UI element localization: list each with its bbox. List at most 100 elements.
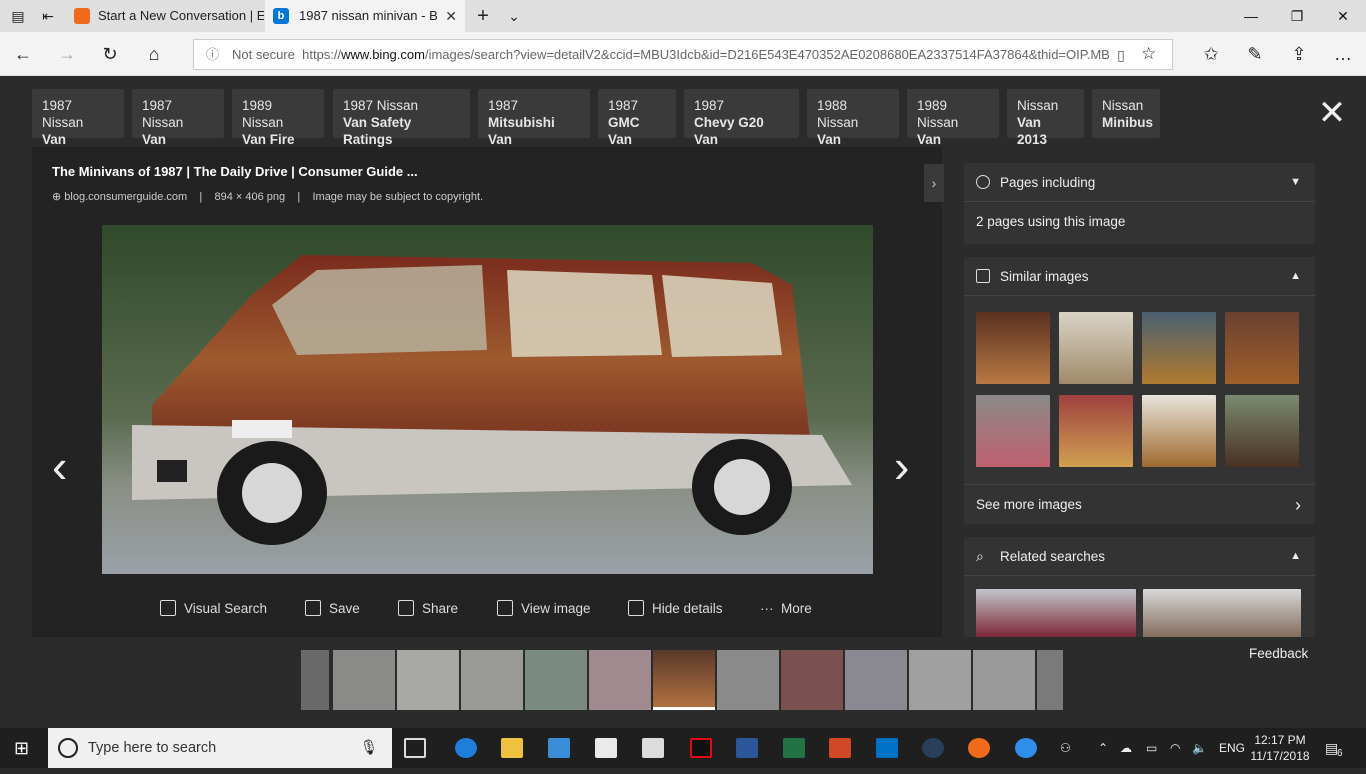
action-center-icon[interactable]: ▤ 6 [1325,728,1343,768]
store-icon[interactable] [548,738,570,758]
tab-bing-images[interactable]: b 1987 nissan minivan - B ✕ [265,0,465,32]
related-chip[interactable]: 1987 NissanVan Interior [132,89,224,164]
filmstrip-thumb[interactable] [909,650,971,710]
image-source[interactable]: blog.consumerguide.com [64,191,187,203]
steam-icon[interactable] [922,738,944,758]
tab-start-conversation[interactable]: Start a New Conversation | E [66,0,264,32]
dropbox-icon[interactable] [595,738,617,758]
save-button[interactable]: Save [305,594,360,624]
filmstrip-thumb[interactable] [1037,650,1063,710]
image-title[interactable]: The Minivans of 1987 | The Daily Drive |… [52,164,418,179]
help-icon[interactable] [1015,738,1037,758]
set-aside-tabs-icon[interactable]: ⇤ [38,6,58,26]
outlook-icon[interactable] [876,738,898,758]
pages-count[interactable]: 2 pages using this image [964,202,1315,241]
filmstrip-thumb[interactable] [973,650,1035,710]
similar-thumb[interactable] [1142,312,1216,384]
tab-list-icon[interactable]: ▤ [8,6,28,26]
edge-icon[interactable] [455,738,477,758]
minimize-button[interactable]: — [1228,0,1274,32]
home-icon[interactable]: ⌂ [143,44,165,64]
view-image-button[interactable]: View image [497,594,591,624]
share-button[interactable]: Share [398,594,458,624]
related-chip[interactable]: 1987 Nissan Van Safety Ratings [333,89,470,147]
related-thumb[interactable] [1143,589,1301,637]
filmstrip-thumb[interactable] [717,650,779,710]
filmstrip-thumb-selected[interactable] [653,650,715,710]
filmstrip-thumb[interactable] [781,650,843,710]
related-chip[interactable]: Nissan Van 2013 [1007,89,1084,147]
related-chip[interactable]: 1989 Nissan Van Fire [232,89,324,147]
related-searches-header[interactable]: ⌕ Related searches ▲ [964,537,1315,576]
tray-chevron-icon[interactable]: ⌃ [1098,728,1108,768]
related-chip[interactable]: 1987 Nissan Van [32,89,124,147]
filmstrip-thumb[interactable] [845,650,907,710]
onedrive-icon[interactable]: ☁ [1120,728,1132,768]
hide-details-button[interactable]: Hide details [628,594,723,624]
related-chip[interactable]: Nissan Minibus [1092,89,1160,138]
powerpoint-icon[interactable] [829,738,851,758]
reading-view-icon[interactable]: ▯ [1110,44,1132,66]
similar-thumb[interactable] [1059,395,1133,467]
favorites-icon[interactable]: ✩ [1200,44,1222,64]
more-button[interactable]: ··· More [760,594,812,624]
filmstrip-thumb[interactable] [525,650,587,710]
related-chip[interactable]: 1988 Nissan Van [807,89,899,147]
filmstrip-thumb[interactable] [461,650,523,710]
app-icon[interactable] [968,738,990,758]
clock[interactable]: 12:17 PM 11/17/2018 [1248,732,1312,764]
similar-thumb[interactable] [1142,395,1216,467]
battery-icon[interactable]: ▭ [1146,728,1157,768]
task-view-icon[interactable] [404,738,426,758]
filmstrip-thumb[interactable] [397,650,459,710]
close-viewer-icon[interactable]: ✕ [1316,96,1348,130]
maximize-button[interactable]: ❐ [1274,0,1320,32]
similar-images-header[interactable]: Similar images ▲ [964,257,1315,296]
related-chip[interactable]: 1987 GMC Van [598,89,676,147]
related-chip[interactable]: 1987 Chevy G20 Van [684,89,799,147]
main-image[interactable] [102,225,873,574]
related-thumb[interactable] [976,589,1136,637]
refresh-icon[interactable]: ↻ [99,44,121,64]
feedback-link[interactable]: Feedback [1249,646,1308,661]
forward-icon[interactable]: → [56,44,78,64]
previous-image-chevron-icon[interactable]: ‹ [52,443,67,489]
windows-start-icon[interactable]: ⊞ [14,738,29,758]
people-icon[interactable]: ⚇ [1060,728,1071,768]
more-icon[interactable]: … [1332,44,1354,64]
favorite-star-icon[interactable]: ☆ [1141,43,1156,65]
similar-thumb[interactable] [1225,312,1299,384]
address-field[interactable]: ⓘ Not secure https://www.bing.com/images… [193,39,1173,70]
pages-including-header[interactable]: Pages including ▼ [964,163,1315,202]
microphone-icon[interactable]: 🎙 [360,728,378,768]
filmstrip-thumb[interactable] [301,650,329,710]
mail-icon[interactable] [642,738,664,758]
related-chip[interactable]: 1989 Nissan Van [907,89,999,147]
share-icon[interactable]: ⇪ [1288,44,1310,64]
toggle-details-chevron-icon[interactable]: › [924,164,944,202]
language-indicator[interactable]: ENG [1219,728,1245,768]
see-more-images-link[interactable]: See more images › [964,484,1315,524]
tab-preview-chevron-icon[interactable]: ⌄ [504,6,524,26]
filmstrip-thumb[interactable] [589,650,651,710]
similar-thumb[interactable] [1059,312,1133,384]
excel-icon[interactable] [783,738,805,758]
volume-icon[interactable]: 🔈 [1192,728,1207,768]
similar-thumb[interactable] [976,312,1050,384]
word-icon[interactable] [736,738,758,758]
filmstrip-thumb[interactable] [333,650,395,710]
similar-thumb[interactable] [1225,395,1299,467]
wifi-icon[interactable]: ◠ [1170,728,1180,768]
netflix-icon[interactable] [690,738,712,758]
tab-close-icon[interactable]: ✕ [445,0,457,32]
close-window-button[interactable]: ✕ [1320,0,1366,32]
new-tab-icon[interactable]: + [473,6,493,26]
notes-pen-icon[interactable]: ✎ [1244,44,1266,64]
similar-thumb[interactable] [976,395,1050,467]
file-explorer-icon[interactable] [501,738,523,758]
next-image-chevron-icon[interactable]: › [894,443,909,489]
visual-search-button[interactable]: Visual Search [160,594,267,624]
taskbar-search-box[interactable]: Type here to search 🎙 [48,728,392,768]
related-chip[interactable]: 1987 Mitsubishi Van [478,89,590,147]
back-icon[interactable]: ← [12,44,34,64]
